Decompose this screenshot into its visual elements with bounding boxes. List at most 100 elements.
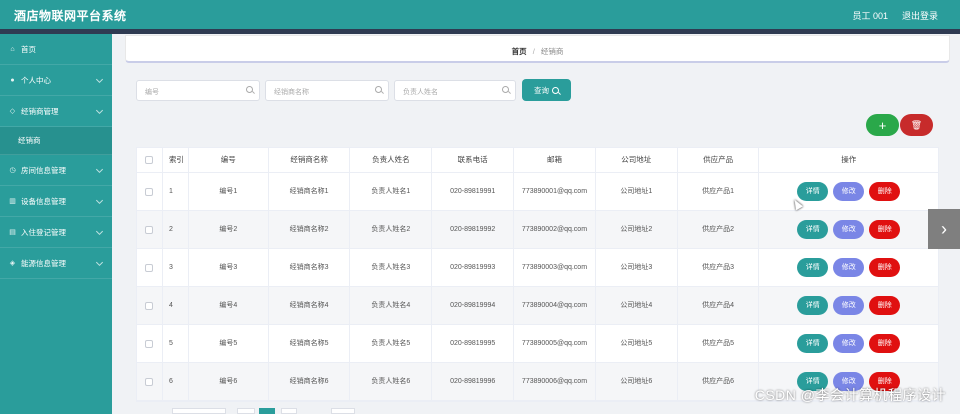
dealer-table: 索引 编号 经销商名称 负责人姓名 联系电话 邮箱 公司地址 供应产品 操作 1… [136, 147, 939, 402]
row-index: 3 [163, 249, 189, 286]
header-phone: 联系电话 [432, 148, 515, 172]
header-person: 负责人姓名 [350, 148, 433, 172]
search-icon [552, 86, 559, 94]
row-email: 773890005@qq.com [514, 325, 596, 362]
header-code: 编号 [189, 148, 269, 172]
row-name: 经销商名称4 [269, 287, 351, 324]
remove-button[interactable]: 删除 [869, 334, 901, 353]
delete-button[interactable]: 🗑 [900, 114, 933, 136]
edit-button[interactable]: 修改 [833, 182, 865, 201]
edit-button[interactable]: 修改 [833, 220, 865, 239]
name-search-placeholder: 经销商名称 [274, 89, 309, 96]
shield-icon: ◈ [9, 260, 16, 267]
remove-button[interactable]: 删除 [869, 296, 901, 315]
edit-button[interactable]: 修改 [833, 334, 865, 353]
row-address: 公司地址5 [596, 325, 678, 362]
pagination-jump[interactable] [331, 408, 355, 414]
row-person: 负责人姓名5 [350, 325, 433, 362]
row-phone: 020-89819992 [432, 211, 515, 248]
row-address: 公司地址1 [596, 173, 678, 210]
add-button[interactable]: + [866, 114, 899, 136]
name-search-input[interactable]: 经销商名称 [265, 80, 389, 101]
detail-button[interactable]: 详情 [797, 258, 829, 277]
table-row: 4 编号4 经销商名称4 负责人姓名4 020-89819994 773890004@qq… [137, 287, 938, 325]
header-email: 邮箱 [514, 148, 596, 172]
row-name: 经销商名称5 [269, 325, 351, 362]
row-product: 供应产品3 [678, 249, 760, 286]
edit-button[interactable]: 修改 [833, 296, 865, 315]
chevron-down-icon [95, 196, 104, 205]
trash-icon: 🗑 [910, 119, 923, 130]
home-icon: ⌂ [10, 45, 15, 53]
next-page-arrow[interactable]: › [928, 209, 960, 249]
table-row: 1 编号1 经销商名称1 负责人姓名1 020-89819991 773890001@qq… [137, 173, 938, 211]
remove-button[interactable]: 删除 [869, 220, 901, 239]
breadcrumb-current: 经销商 [540, 47, 564, 56]
table-header: 索引 编号 经销商名称 负责人姓名 联系电话 邮箱 公司地址 供应产品 操作 [137, 148, 938, 173]
row-address: 公司地址6 [596, 363, 678, 400]
header-actions: 操作 [841, 155, 857, 164]
sidebar: ⌂ 首页 ● 个人中心 ◇ 经销商管理 经销商 ◷ 房间信息管理 ▥ 设备信息管… [0, 34, 112, 414]
remove-button[interactable]: 删除 [869, 258, 901, 277]
row-name: 经销商名称6 [269, 363, 351, 400]
remove-button[interactable]: 删除 [869, 182, 901, 201]
row-name: 经销商名称1 [269, 173, 351, 210]
sidebar-item-label: 经销商管理 [21, 106, 59, 116]
detail-button[interactable]: 详情 [797, 220, 829, 239]
row-checkbox[interactable] [137, 173, 163, 210]
sidebar-item-dealer-management[interactable]: ◇ 经销商管理 [0, 96, 112, 127]
row-product: 供应产品1 [678, 173, 760, 210]
row-checkbox[interactable] [137, 249, 163, 286]
row-product: 供应产品4 [678, 287, 760, 324]
breadcrumb-home[interactable]: 首页 [512, 47, 527, 56]
code-search-placeholder: 编号 [145, 89, 159, 96]
row-product: 供应产品6 [678, 363, 760, 400]
sidebar-subitem-dealer[interactable]: 经销商 [0, 127, 112, 155]
chart-icon: ▥ [9, 198, 16, 205]
edit-button[interactable]: 修改 [833, 258, 865, 277]
detail-button[interactable]: 详情 [797, 296, 829, 315]
search-icon [502, 86, 509, 93]
sidebar-item-device-info[interactable]: ▥ 设备信息管理 [0, 186, 112, 217]
row-checkbox[interactable] [137, 287, 163, 324]
row-person: 负责人姓名2 [350, 211, 433, 248]
sidebar-item-label: 设备信息管理 [21, 196, 66, 206]
code-search-input[interactable]: 编号 [136, 80, 260, 101]
person-icon: ● [10, 76, 15, 84]
row-address: 公司地址4 [596, 287, 678, 324]
select-all-checkbox[interactable] [137, 148, 163, 172]
pagination-prev[interactable] [237, 408, 255, 414]
person-search-input[interactable]: 负责人姓名 [394, 80, 516, 101]
detail-button[interactable]: 详情 [797, 334, 829, 353]
row-actions: 详情 修改 删除 [759, 173, 938, 210]
sidebar-item-home[interactable]: ⌂ 首页 [0, 34, 112, 65]
logout-link[interactable]: 退出登录 [902, 9, 938, 22]
watermark: CSDN @李会计算机程序设计 [754, 387, 946, 403]
breadcrumb-separator: / [532, 47, 535, 56]
pagination-next[interactable] [281, 408, 297, 414]
row-product: 供应产品5 [678, 325, 760, 362]
chevron-down-icon [95, 106, 104, 115]
person-search-placeholder: 负责人姓名 [403, 89, 438, 96]
pagination-size[interactable] [172, 408, 226, 414]
sidebar-item-label: 房间信息管理 [21, 165, 66, 175]
row-phone: 020-89819991 [432, 173, 515, 210]
row-code: 编号1 [189, 173, 269, 210]
sidebar-item-profile[interactable]: ● 个人中心 [0, 65, 112, 96]
query-button[interactable]: 查询 [522, 79, 571, 101]
header-product: 供应产品 [678, 148, 760, 172]
row-checkbox[interactable] [137, 211, 163, 248]
search-icon [375, 86, 382, 93]
sidebar-item-energy[interactable]: ◈ 能源信息管理 [0, 248, 112, 279]
sidebar-item-label: 入住登记管理 [21, 227, 66, 237]
pagination-page[interactable] [259, 408, 275, 414]
row-checkbox[interactable] [137, 363, 163, 400]
clock-icon: ◷ [9, 167, 16, 174]
sidebar-item-checkin[interactable]: ▤ 入住登记管理 [0, 217, 112, 248]
row-name: 经销商名称2 [269, 211, 351, 248]
sidebar-item-room-info[interactable]: ◷ 房间信息管理 [0, 155, 112, 186]
row-product: 供应产品2 [678, 211, 760, 248]
table-row: 3 编号3 经销商名称3 负责人姓名3 020-89819993 773890003@qq… [137, 249, 938, 287]
row-checkbox[interactable] [137, 325, 163, 362]
detail-button[interactable]: 详情 [797, 182, 829, 201]
